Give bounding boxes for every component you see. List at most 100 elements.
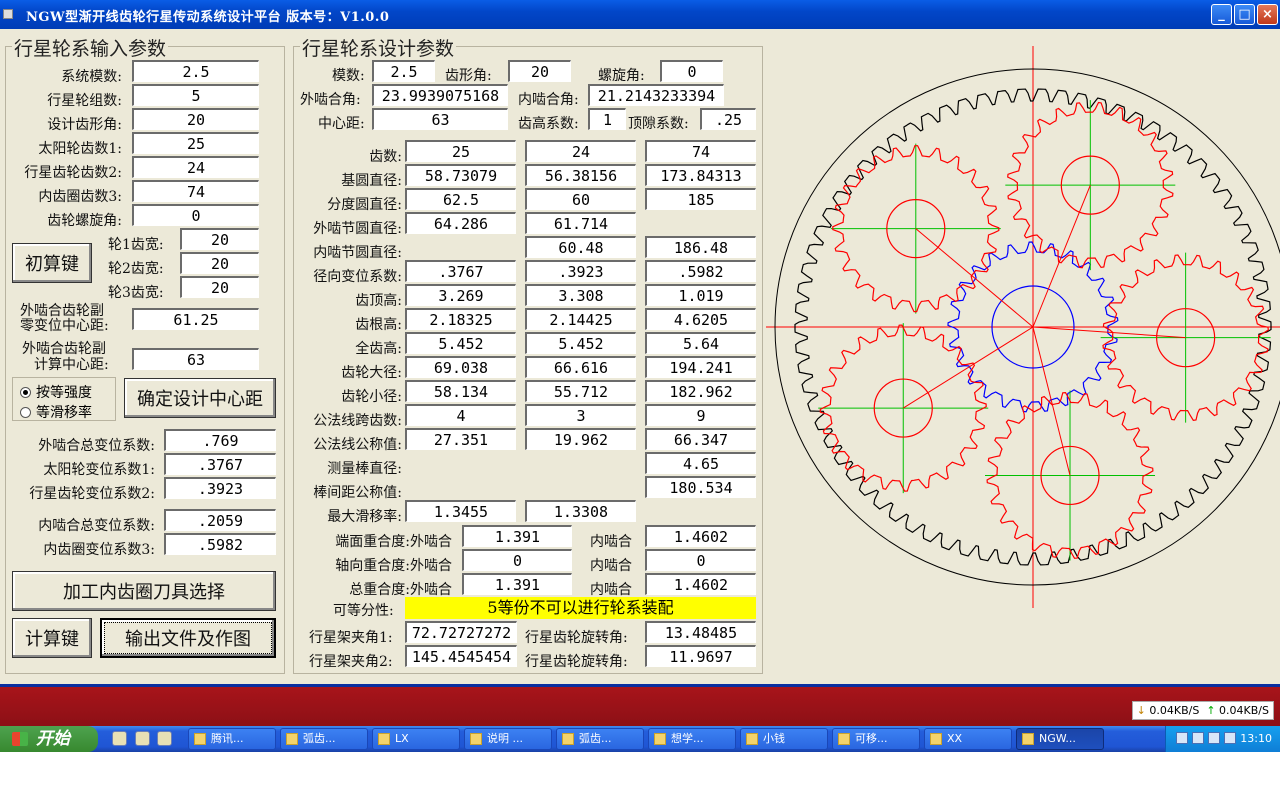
taskbar-item[interactable]: 腾讯... — [188, 728, 276, 750]
title-bar[interactable]: NGW型渐开线齿轮行星传动系统设计平台 版本号：V1.0.0 _ □ × — [0, 0, 1280, 29]
int-mesh-angle-field[interactable]: 21.2143233394 — [588, 84, 724, 106]
width-field[interactable]: 20 — [180, 276, 259, 298]
taskbar-item[interactable]: XX — [924, 728, 1012, 750]
width-field[interactable]: 20 — [180, 228, 259, 250]
param-field[interactable]: 173.84313 — [645, 164, 756, 186]
param-field[interactable]: 4.65 — [645, 452, 756, 474]
module-field[interactable]: 2.5 — [372, 60, 435, 82]
tray-icon[interactable] — [1224, 732, 1236, 744]
param-field[interactable]: 1.019 — [645, 284, 756, 306]
addendum-coef-field[interactable]: 1 — [588, 108, 626, 130]
param-field[interactable]: 60 — [525, 188, 636, 210]
center-distance-field[interactable]: 63 — [372, 108, 508, 130]
taskbar-item[interactable]: LX — [372, 728, 460, 750]
minimize-button[interactable]: _ — [1211, 4, 1232, 25]
input-field[interactable]: 24 — [132, 156, 259, 178]
calculate-button[interactable]: 计算键 — [12, 618, 92, 658]
param-field[interactable]: 185 — [645, 188, 756, 210]
taskbar-item[interactable]: 弧齿... — [280, 728, 368, 750]
ext-mesh-angle-field[interactable]: 23.9939075168 — [372, 84, 508, 106]
taskbar-item[interactable]: 小钱 — [740, 728, 828, 750]
radio-equal-slip[interactable]: 等滑移率 — [20, 402, 92, 422]
param-field[interactable]: 2.14425 — [525, 308, 636, 330]
taskbar-item[interactable]: 可移... — [832, 728, 920, 750]
param-field[interactable]: 62.5 — [405, 188, 516, 210]
clearance-coef-field[interactable]: .25 — [700, 108, 756, 130]
param-field[interactable]: 1.3308 — [525, 500, 636, 522]
param-field[interactable]: 66.347 — [645, 428, 756, 450]
quicklaunch-icon[interactable] — [135, 731, 150, 746]
param-field[interactable]: 3.269 — [405, 284, 516, 306]
param-field[interactable]: 194.241 — [645, 356, 756, 378]
shift-field[interactable]: .769 — [164, 429, 276, 451]
input-field[interactable]: 5 — [132, 84, 259, 106]
contact-ext-field[interactable]: 1.391 — [462, 573, 572, 595]
param-field[interactable]: 61.714 — [525, 212, 636, 234]
width-field[interactable]: 20 — [180, 252, 259, 274]
contact-int-field[interactable]: 0 — [645, 549, 756, 571]
param-field[interactable]: 64.286 — [405, 212, 516, 234]
carrier-angle1-field[interactable]: 72.72727272 — [405, 621, 517, 643]
input-field[interactable]: 74 — [132, 180, 259, 202]
param-field[interactable]: 9 — [645, 404, 756, 426]
input-field[interactable]: 25 — [132, 132, 259, 154]
contact-ext-field[interactable]: 1.391 — [462, 525, 572, 547]
param-field[interactable]: 2.18325 — [405, 308, 516, 330]
param-field[interactable]: 5.452 — [525, 332, 636, 354]
tool-select-button[interactable]: 加工内齿圈刀具选择 — [12, 571, 276, 611]
close-button[interactable]: × — [1257, 4, 1278, 25]
taskbar-item[interactable]: 想学... — [648, 728, 736, 750]
ext-zero-center-field[interactable]: 61.25 — [132, 308, 259, 330]
param-field[interactable]: 60.48 — [525, 236, 636, 258]
pressure-angle-field[interactable]: 20 — [508, 60, 571, 82]
param-field[interactable]: 56.38156 — [525, 164, 636, 186]
tray-icon[interactable] — [1176, 732, 1188, 744]
param-field[interactable]: 25 — [405, 140, 516, 162]
quicklaunch-icon[interactable] — [157, 731, 172, 746]
shift-field[interactable]: .3767 — [164, 453, 276, 475]
param-field[interactable]: 4 — [405, 404, 516, 426]
param-field[interactable]: 182.962 — [645, 380, 756, 402]
init-calc-button[interactable]: 初算键 — [12, 243, 92, 283]
input-field[interactable]: 20 — [132, 108, 259, 130]
param-field[interactable]: .3767 — [405, 260, 516, 282]
param-field[interactable]: 55.712 — [525, 380, 636, 402]
shift-field[interactable]: .3923 — [164, 477, 276, 499]
quicklaunch-icon[interactable] — [112, 731, 127, 746]
output-drawing-button[interactable]: 输出文件及作图 — [100, 618, 276, 658]
param-field[interactable]: 5.452 — [405, 332, 516, 354]
taskbar-item[interactable]: 说明 ... — [464, 728, 552, 750]
input-field[interactable]: 0 — [132, 204, 259, 226]
param-field[interactable]: .5982 — [645, 260, 756, 282]
confirm-center-button[interactable]: 确定设计中心距 — [124, 378, 276, 418]
planet-rotation1-field[interactable]: 13.48485 — [645, 621, 756, 643]
param-field[interactable]: 58.73079 — [405, 164, 516, 186]
param-field[interactable]: 19.962 — [525, 428, 636, 450]
param-field[interactable]: 3.308 — [525, 284, 636, 306]
param-field[interactable]: 3 — [525, 404, 636, 426]
contact-int-field[interactable]: 1.4602 — [645, 525, 756, 547]
maximize-button[interactable]: □ — [1234, 4, 1255, 25]
param-field[interactable]: 66.616 — [525, 356, 636, 378]
carrier-angle2-field[interactable]: 145.4545454 — [405, 645, 517, 667]
contact-int-field[interactable]: 1.4602 — [645, 573, 756, 595]
contact-ext-field[interactable]: 0 — [462, 549, 572, 571]
input-field[interactable]: 2.5 — [132, 60, 259, 82]
param-field[interactable]: 27.351 — [405, 428, 516, 450]
taskbar-item[interactable]: 弧齿... — [556, 728, 644, 750]
param-field[interactable]: 1.3455 — [405, 500, 516, 522]
param-field[interactable]: 186.48 — [645, 236, 756, 258]
param-field[interactable]: .3923 — [525, 260, 636, 282]
shift-field[interactable]: .5982 — [164, 533, 276, 555]
param-field[interactable]: 74 — [645, 140, 756, 162]
tray-icon[interactable] — [1208, 732, 1220, 744]
radio-equal-strength[interactable]: 按等强度 — [20, 382, 92, 402]
param-field[interactable]: 4.6205 — [645, 308, 756, 330]
param-field[interactable]: 24 — [525, 140, 636, 162]
param-field[interactable]: 180.534 — [645, 476, 756, 498]
shift-field[interactable]: .2059 — [164, 509, 276, 531]
helix-angle-field[interactable]: 0 — [660, 60, 723, 82]
planet-rotation2-field[interactable]: 11.9697 — [645, 645, 756, 667]
tray-icon[interactable] — [1192, 732, 1204, 744]
taskbar-item[interactable]: NGW... — [1016, 728, 1104, 750]
